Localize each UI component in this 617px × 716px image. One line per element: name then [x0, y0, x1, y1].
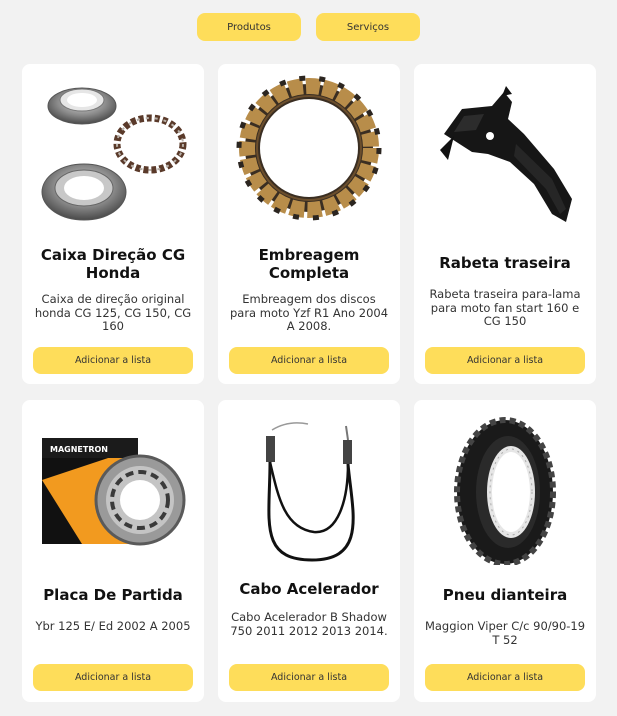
- product-card: MAGNETRON Placa De Partida Ybr 125 E/ Ed…: [22, 400, 204, 702]
- tire-icon: [454, 417, 556, 565]
- product-image: [218, 64, 400, 229]
- brand-logo-text: MAGNETRON: [50, 445, 108, 454]
- add-to-list-button[interactable]: Adicionar a lista: [33, 664, 193, 691]
- product-image: [22, 64, 204, 229]
- product-description: Maggion Viper C/c 90/90-19 T 52: [424, 619, 586, 647]
- product-card: Embreagem Completa Embreagem dos discos …: [218, 64, 400, 384]
- throttle-cable-icon: [266, 422, 355, 562]
- add-to-list-button[interactable]: Adicionar a lista: [229, 347, 389, 374]
- product-image: [414, 64, 596, 229]
- product-title: Caixa Direção CG Honda: [40, 246, 186, 282]
- product-grid: Caixa Direção CG Honda Caixa de direção …: [0, 0, 617, 716]
- steering-bearing-icon: [41, 87, 187, 221]
- product-description: Ybr 125 E/ Ed 2002 A 2005: [35, 619, 191, 633]
- product-title: Cabo Acelerador: [239, 580, 379, 598]
- rear-fender-icon: [440, 86, 572, 222]
- product-card: Cabo Acelerador Cabo Acelerador B Shadow…: [218, 400, 400, 702]
- product-image: [218, 400, 400, 565]
- product-title: Embreagem Completa: [258, 246, 360, 282]
- product-title: Rabeta traseira: [439, 254, 571, 272]
- product-image: [414, 400, 596, 565]
- add-to-list-button[interactable]: Adicionar a lista: [425, 664, 585, 691]
- starter-plate-icon: MAGNETRON: [42, 438, 186, 546]
- clutch-disc-icon: [236, 75, 382, 221]
- add-to-list-button[interactable]: Adicionar a lista: [229, 664, 389, 691]
- product-image: MAGNETRON: [22, 400, 204, 565]
- product-description: Caixa de direção original honda CG 125, …: [34, 292, 192, 333]
- product-card: Rabeta traseira Rabeta traseira para-lam…: [414, 64, 596, 384]
- product-card: Caixa Direção CG Honda Caixa de direção …: [22, 64, 204, 384]
- product-description: Rabeta traseira para-lama para moto fan …: [429, 287, 581, 328]
- product-card: Pneu dianteira Maggion Viper C/c 90/90-1…: [414, 400, 596, 702]
- product-description: Cabo Acelerador B Shadow 750 2011 2012 2…: [230, 610, 388, 638]
- product-description: Embreagem dos discos para moto Yzf R1 An…: [229, 292, 389, 333]
- add-to-list-button[interactable]: Adicionar a lista: [33, 347, 193, 374]
- product-title: Pneu dianteira: [442, 586, 568, 604]
- product-title: Placa De Partida: [43, 586, 183, 604]
- add-to-list-button[interactable]: Adicionar a lista: [425, 347, 585, 374]
